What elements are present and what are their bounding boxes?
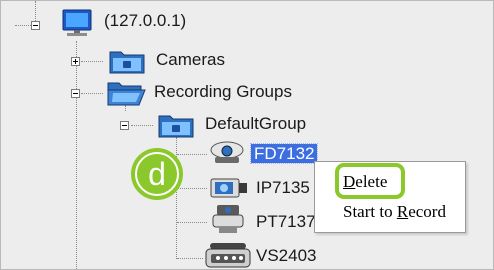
folder-icon <box>109 51 145 74</box>
menu-item-start-to-record[interactable]: Start to Record <box>343 202 446 222</box>
device-tree-panel: (127.0.0.1) Cameras Recording Groups Def… <box>0 0 494 270</box>
box-camera-icon <box>210 178 247 198</box>
collapse-toggle-root[interactable] <box>31 21 40 30</box>
callout-letter: d <box>135 152 179 196</box>
folder-icon <box>158 115 194 138</box>
tree-node-default-group-label[interactable]: DefaultGroup <box>205 113 306 135</box>
monitor-icon <box>62 9 92 36</box>
tree-node-device-label[interactable]: FD7132 <box>249 143 319 165</box>
expand-toggle-cameras[interactable] <box>71 57 80 66</box>
tree-node-device-label[interactable]: IP7135 <box>256 177 310 199</box>
tree-connector <box>177 258 203 259</box>
tree-node-root-label[interactable]: (127.0.0.1) <box>104 10 186 32</box>
dome-camera-icon <box>210 141 244 163</box>
highlight-box <box>335 163 405 199</box>
open-folder-icon <box>107 82 146 106</box>
tree-connector <box>176 137 177 259</box>
tree-node-recording-groups-label[interactable]: Recording Groups <box>154 81 292 103</box>
tree-connector <box>177 222 207 223</box>
tree-node-cameras-label[interactable]: Cameras <box>156 49 225 71</box>
collapse-toggle-default-group[interactable] <box>120 121 129 130</box>
tree-connector <box>81 61 103 62</box>
video-server-icon <box>205 243 251 268</box>
ptz-camera-icon <box>212 205 244 233</box>
selected-device-label[interactable]: FD7132 <box>249 143 319 164</box>
collapse-toggle-recording-groups[interactable] <box>71 89 80 98</box>
tree-connector <box>177 188 207 189</box>
callout-badge: d <box>131 148 183 200</box>
tree-node-device-label[interactable]: PT7137 <box>256 211 316 233</box>
tree-connector <box>131 125 153 126</box>
tree-node-device-label[interactable]: VS2403 <box>256 245 317 267</box>
tree-connector <box>76 41 77 269</box>
tree-connector <box>81 93 103 94</box>
tree-connector <box>15 25 31 26</box>
tree-connector <box>177 154 207 155</box>
